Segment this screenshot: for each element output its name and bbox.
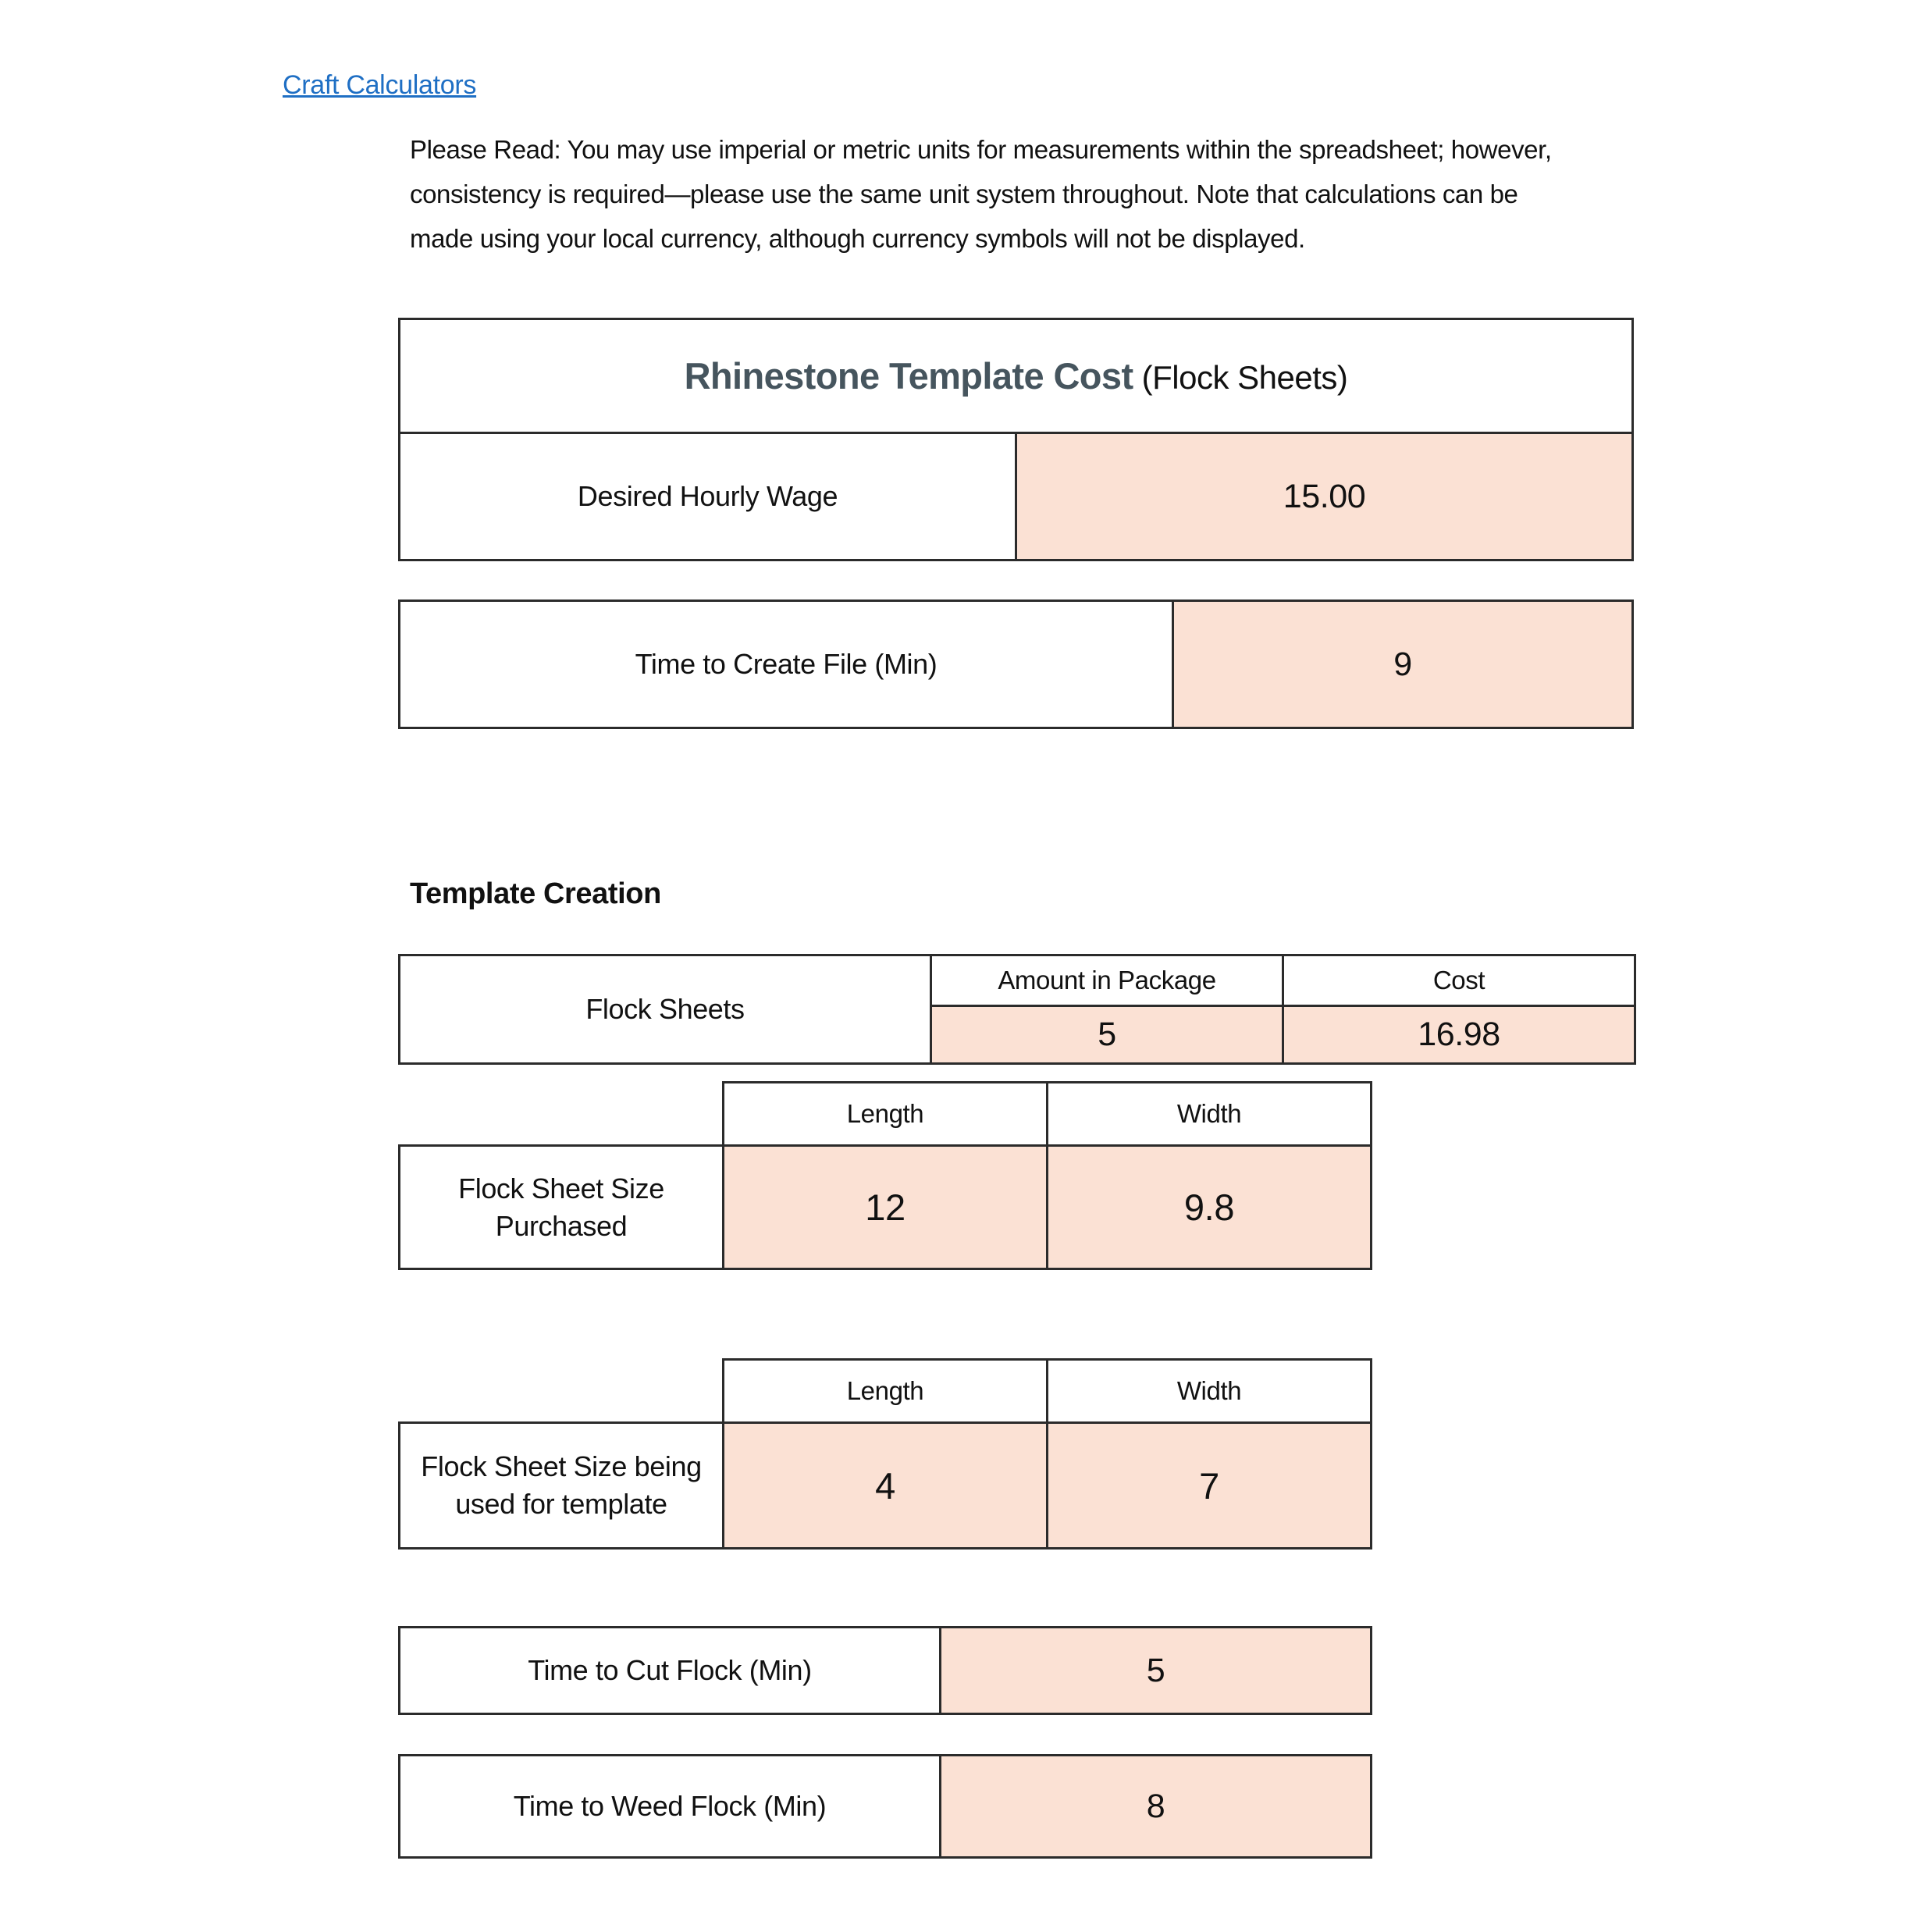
time-to-weed-flock-input[interactable]: 8 xyxy=(939,1754,1372,1859)
time-to-create-file-table: Time to Create File (Min) 9 xyxy=(398,600,1634,729)
table-row: Time to Create File (Min) 9 xyxy=(398,600,1634,729)
desired-hourly-wage-input[interactable]: 15.00 xyxy=(1015,432,1634,561)
spreadsheet-page: Craft Calculators Please Read: You may u… xyxy=(0,0,1932,1932)
cost-table-title-sub: (Flock Sheets) xyxy=(1133,359,1348,396)
time-to-weed-flock-label: Time to Weed Flock (Min) xyxy=(398,1754,941,1859)
time-to-cut-flock-table: Time to Cut Flock (Min) 5 xyxy=(398,1626,1372,1715)
used-width-header: Width xyxy=(1046,1358,1372,1424)
table-row: Flock Sheets Amount in Package Cost xyxy=(398,954,1636,1065)
table-row: Flock Sheet Size Purchased 12 9.8 xyxy=(398,1144,1372,1270)
used-length-header: Length xyxy=(722,1358,1048,1424)
please-read-paragraph: Please Read: You may use imperial or met… xyxy=(410,135,1552,253)
amount-in-package-input[interactable]: 5 xyxy=(930,1005,1284,1065)
spacer-cell xyxy=(400,1360,724,1423)
craft-calculators-link[interactable]: Craft Calculators xyxy=(283,69,476,101)
used-length-input[interactable]: 4 xyxy=(722,1421,1048,1550)
purchased-length-input[interactable]: 12 xyxy=(722,1144,1048,1270)
table-row: Time to Cut Flock (Min) 5 xyxy=(398,1626,1372,1715)
rhinestone-template-cost-table: Rhinestone Template Cost (Flock Sheets) … xyxy=(398,318,1634,561)
flock-sheet-size-purchased-table: Length Width Flock Sheet Size Purchased … xyxy=(398,1081,1372,1270)
amount-in-package-header: Amount in Package xyxy=(930,954,1284,1007)
flock-sheet-size-used-label: Flock Sheet Size being used for template xyxy=(398,1421,724,1550)
purchased-width-header: Width xyxy=(1046,1081,1372,1147)
desired-hourly-wage-label: Desired Hourly Wage xyxy=(398,432,1017,561)
purchased-width-input[interactable]: 9.8 xyxy=(1046,1144,1372,1270)
table-row: Length Width xyxy=(400,1081,1372,1147)
flock-sheet-size-purchased-label: Flock Sheet Size Purchased xyxy=(398,1144,724,1270)
table-row: Flock Sheet Size being used for template… xyxy=(398,1421,1372,1550)
table-row: Desired Hourly Wage 15.00 xyxy=(398,432,1634,561)
purchased-length-header: Length xyxy=(722,1081,1048,1147)
used-width-input[interactable]: 7 xyxy=(1046,1421,1372,1550)
flock-sheet-size-used-table: Length Width Flock Sheet Size being used… xyxy=(398,1358,1372,1550)
table-row: Rhinestone Template Cost (Flock Sheets) xyxy=(398,318,1634,434)
flock-sheets-label: Flock Sheets xyxy=(398,954,932,1065)
cost-input[interactable]: 16.98 xyxy=(1282,1005,1636,1065)
cost-table-title-cell: Rhinestone Template Cost (Flock Sheets) xyxy=(398,318,1634,434)
template-creation-heading: Template Creation xyxy=(410,877,661,910)
cost-header: Cost xyxy=(1282,954,1636,1007)
cost-table-title-main: Rhinestone Template Cost xyxy=(684,355,1134,397)
flock-sheets-table: Flock Sheets Amount in Package Cost 5 16… xyxy=(398,954,1636,1065)
spacer-cell xyxy=(400,1083,724,1146)
time-to-cut-flock-label: Time to Cut Flock (Min) xyxy=(398,1626,941,1715)
table-row: Length Width xyxy=(400,1358,1372,1424)
time-to-cut-flock-input[interactable]: 5 xyxy=(939,1626,1372,1715)
time-to-create-file-label: Time to Create File (Min) xyxy=(398,600,1174,729)
time-to-create-file-input[interactable]: 9 xyxy=(1172,600,1634,729)
time-to-weed-flock-table: Time to Weed Flock (Min) 8 xyxy=(398,1754,1372,1859)
table-row: Time to Weed Flock (Min) 8 xyxy=(398,1754,1372,1859)
